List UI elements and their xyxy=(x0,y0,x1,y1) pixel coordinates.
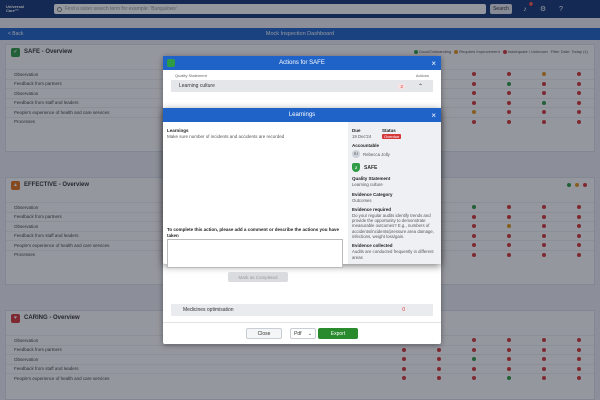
chevron-down-icon: ⌄ xyxy=(307,330,312,337)
avatar: RJ xyxy=(352,150,360,159)
chevron-up-icon[interactable]: ⌃ xyxy=(418,83,423,90)
quality-statement-row[interactable]: Medicines optimisation 0 xyxy=(171,304,433,316)
format-select[interactable]: Pdf ⌄ xyxy=(290,328,316,339)
shield-icon xyxy=(167,59,175,67)
quality-statement-row[interactable]: Learning culture 2 ⌃ xyxy=(171,80,433,92)
due-date: 19 Dec'24 xyxy=(352,134,372,139)
action-details-panel: Due 19 Dec'24 Status Overdue Accountable… xyxy=(348,122,441,264)
accountable-name: Rebecca Jolly xyxy=(363,151,390,157)
learnings-modal: Learnings × Learnings Make sure number o… xyxy=(163,108,441,282)
learnings-label: Learnings xyxy=(167,128,189,133)
status-badge: Overdue xyxy=(382,134,402,139)
action-count: 0 xyxy=(402,307,405,313)
close-icon[interactable]: × xyxy=(431,59,436,68)
modal-title: Learnings xyxy=(288,112,316,118)
domain-label: SAFE xyxy=(364,164,378,171)
learnings-text: Make sure number of incidents and accide… xyxy=(167,134,285,139)
column-header: Actions xyxy=(415,72,429,78)
shield-icon: 2 xyxy=(352,163,360,173)
comment-textarea[interactable] xyxy=(167,239,343,268)
modal-title: Actions for SAFE xyxy=(279,60,325,66)
mark-completed-button[interactable]: Mark as Completed xyxy=(228,272,288,282)
close-button[interactable]: Close xyxy=(246,328,282,339)
comment-prompt: To complete this action, please add a co… xyxy=(167,227,339,238)
export-button[interactable]: Export xyxy=(318,328,358,339)
column-header: Quality Statement xyxy=(175,72,207,78)
action-count-badge: 2 xyxy=(398,83,405,89)
close-icon[interactable]: × xyxy=(431,111,436,120)
